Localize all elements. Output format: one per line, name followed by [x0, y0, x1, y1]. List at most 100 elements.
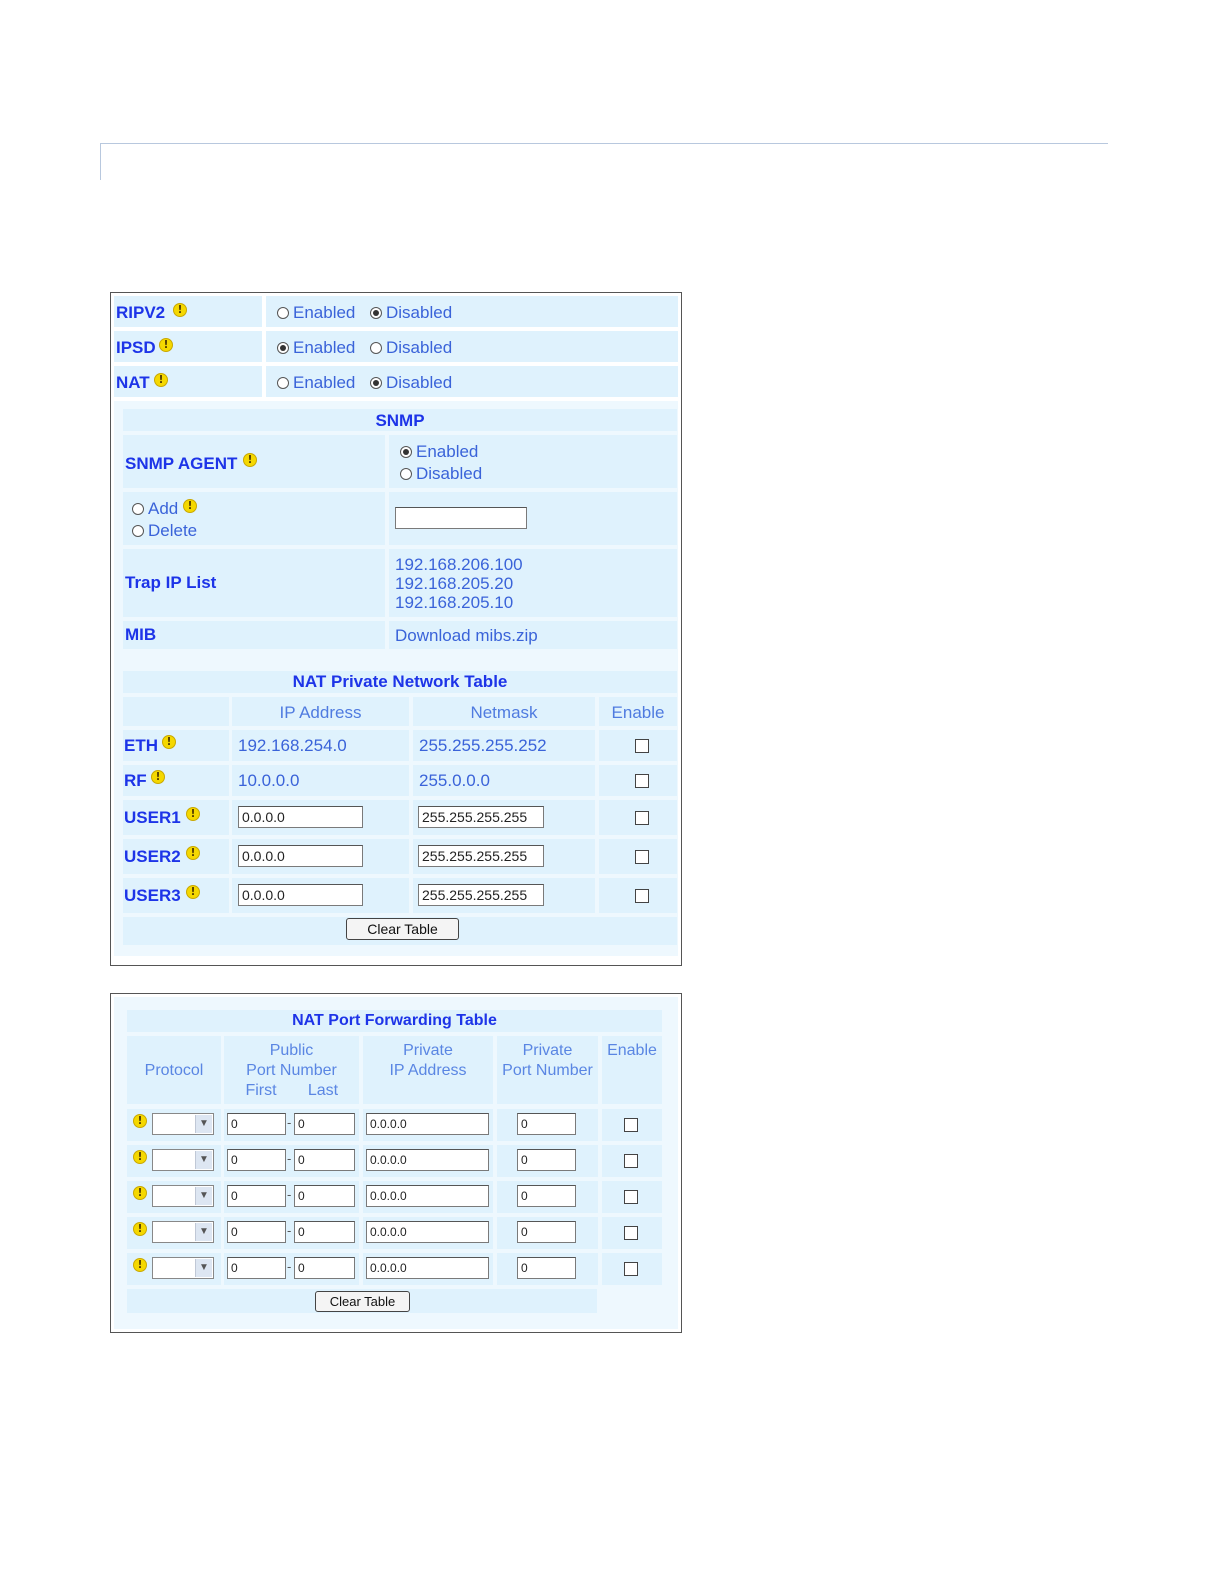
port-forward-title: NAT Port Forwarding Table: [292, 1012, 497, 1029]
info-icon[interactable]: !: [159, 338, 173, 352]
private-port-input[interactable]: 0: [517, 1221, 576, 1243]
info-icon[interactable]: !: [154, 373, 168, 387]
ripv2-disabled-radio[interactable]: [370, 307, 382, 319]
private-ip-input[interactable]: 0.0.0.0: [366, 1257, 489, 1279]
snmp-add-radio[interactable]: [132, 503, 144, 515]
protocol-select[interactable]: ▼: [152, 1149, 214, 1171]
nat-enabled-radio[interactable]: [277, 377, 289, 389]
user2-enable-checkbox[interactable]: [635, 850, 649, 864]
port-forward-enable-checkbox[interactable]: [624, 1262, 638, 1276]
info-icon[interactable]: !: [186, 885, 200, 899]
user1-netmask-input[interactable]: 255.255.255.255: [418, 806, 544, 828]
ipsd-disabled-label: Disabled: [386, 338, 453, 357]
user3-netmask-input[interactable]: 255.255.255.255: [418, 884, 544, 906]
col-netmask: Netmask: [470, 703, 538, 722]
trap-ip-list-label: Trap IP List: [125, 573, 217, 592]
info-icon[interactable]: !: [173, 303, 187, 317]
info-icon[interactable]: !: [133, 1258, 147, 1272]
eth-enable-checkbox[interactable]: [635, 739, 649, 753]
user1-ip-input[interactable]: 0.0.0.0: [238, 806, 363, 828]
info-icon[interactable]: !: [243, 453, 257, 467]
ipsd-disabled-radio[interactable]: [370, 342, 382, 354]
public-port-last-input[interactable]: 0: [294, 1185, 355, 1207]
ripv2-disabled-label: Disabled: [386, 303, 453, 322]
left-rule: [100, 143, 101, 180]
port-forward-enable-checkbox[interactable]: [624, 1226, 638, 1240]
col-protocol: Protocol: [144, 1062, 204, 1079]
snmp-agent-label: SNMP AGENT: [125, 454, 238, 473]
private-ip-input[interactable]: 0.0.0.0: [366, 1149, 489, 1171]
port-range-dash: -: [287, 1223, 292, 1238]
public-port-last-input[interactable]: 0: [294, 1113, 355, 1135]
chevron-down-icon: ▼: [195, 1259, 212, 1277]
nat-enabled-label: Enabled: [293, 373, 356, 392]
row-label-eth: ETH: [124, 736, 158, 755]
chevron-down-icon: ▼: [195, 1187, 212, 1205]
nat-disabled-radio[interactable]: [370, 377, 382, 389]
info-icon[interactable]: !: [151, 770, 165, 784]
user3-ip-input[interactable]: 0.0.0.0: [238, 884, 363, 906]
info-icon[interactable]: !: [186, 807, 200, 821]
eth-ip: 192.168.254.0: [238, 736, 347, 755]
public-port-first-input[interactable]: 0: [227, 1149, 286, 1171]
mib-label: MIB: [125, 625, 157, 644]
user2-ip-input[interactable]: 0.0.0.0: [238, 845, 363, 867]
nat-label: NAT: [116, 373, 150, 392]
rf-netmask: 255.0.0.0: [419, 771, 490, 790]
private-port-input[interactable]: 0: [517, 1149, 576, 1171]
private-port-input[interactable]: 0: [517, 1113, 576, 1135]
clear-port-table-button[interactable]: Clear Table: [315, 1291, 410, 1312]
port-range-dash: -: [287, 1115, 292, 1130]
port-range-dash: -: [287, 1187, 292, 1202]
info-icon[interactable]: !: [133, 1222, 147, 1236]
protocol-select[interactable]: ▼: [152, 1185, 214, 1207]
user3-enable-checkbox[interactable]: [635, 889, 649, 903]
protocol-select[interactable]: ▼: [152, 1257, 214, 1279]
ripv2-enabled-label: Enabled: [293, 303, 356, 322]
public-port-first-input[interactable]: 0: [227, 1185, 286, 1207]
ripv2-enabled-radio[interactable]: [277, 307, 289, 319]
port-forward-enable-checkbox[interactable]: [624, 1190, 638, 1204]
public-port-last-input[interactable]: 0: [294, 1221, 355, 1243]
protocol-select[interactable]: ▼: [152, 1113, 214, 1135]
info-icon[interactable]: !: [133, 1150, 147, 1164]
snmp-agent-disabled-radio[interactable]: [400, 468, 412, 480]
private-ip-input[interactable]: 0.0.0.0: [366, 1113, 489, 1135]
private-ip-input[interactable]: 0.0.0.0: [366, 1185, 489, 1207]
trap-ip-item: 192.168.205.10: [395, 593, 514, 612]
user2-netmask-input[interactable]: 255.255.255.255: [418, 845, 544, 867]
download-mibs-link[interactable]: Download mibs.zip: [395, 626, 538, 646]
col-last: Last: [307, 1082, 339, 1099]
info-icon[interactable]: !: [133, 1114, 147, 1128]
public-port-last-input[interactable]: 0: [294, 1149, 355, 1171]
public-port-first-input[interactable]: 0: [227, 1221, 286, 1243]
private-port-input[interactable]: 0: [517, 1257, 576, 1279]
public-port-first-input[interactable]: 0: [227, 1113, 286, 1135]
port-forward-enable-checkbox[interactable]: [624, 1154, 638, 1168]
snmp-delete-radio[interactable]: [132, 525, 144, 537]
col-private-ip-line1: Private: [403, 1042, 453, 1059]
info-icon[interactable]: !: [186, 846, 200, 860]
info-icon[interactable]: !: [183, 499, 197, 513]
snmp-trap-ip-input[interactable]: [395, 507, 527, 529]
protocol-select[interactable]: ▼: [152, 1221, 214, 1243]
user1-enable-checkbox[interactable]: [635, 811, 649, 825]
private-port-input[interactable]: 0: [517, 1185, 576, 1207]
rf-enable-checkbox[interactable]: [635, 774, 649, 788]
settings-panel: RIPV2 ! Enabled Disabled IPSD ! Enabled …: [110, 292, 682, 966]
port-forward-enable-checkbox[interactable]: [624, 1118, 638, 1132]
snmp-agent-disabled-label: Disabled: [416, 464, 483, 483]
nat-private-title: NAT Private Network Table: [292, 672, 508, 691]
private-ip-input[interactable]: 0.0.0.0: [366, 1221, 489, 1243]
trap-ip-item: 192.168.206.100: [395, 555, 523, 574]
snmp-agent-enabled-radio[interactable]: [400, 446, 412, 458]
snmp-add-label: Add: [148, 499, 179, 518]
clear-table-button[interactable]: Clear Table: [346, 918, 459, 940]
public-port-first-input[interactable]: 0: [227, 1257, 286, 1279]
trap-ip-item: 192.168.205.20: [395, 574, 514, 593]
info-icon[interactable]: !: [133, 1186, 147, 1200]
chevron-down-icon: ▼: [195, 1115, 212, 1133]
ipsd-enabled-radio[interactable]: [277, 342, 289, 354]
public-port-last-input[interactable]: 0: [294, 1257, 355, 1279]
info-icon[interactable]: !: [162, 735, 176, 749]
